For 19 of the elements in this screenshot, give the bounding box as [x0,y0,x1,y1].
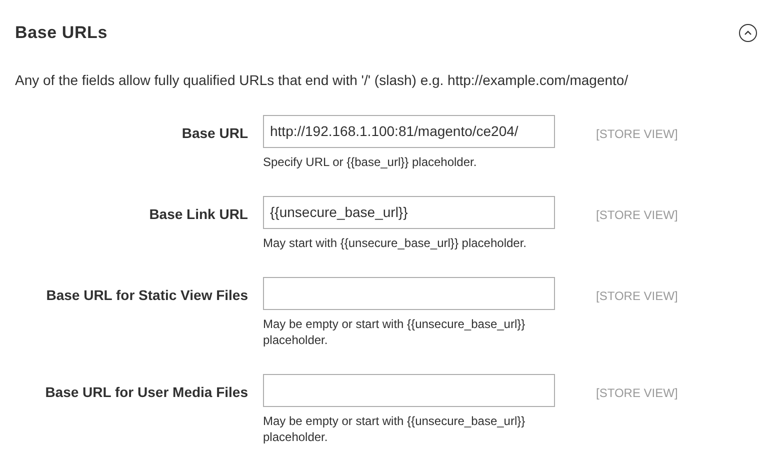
url-input[interactable]: {{unsecure_base_url}} [263,196,555,228]
section-title: Base URLs [15,22,108,44]
field-note: May be empty or start with {{unsecure_base_url}} placeholder. [263,412,526,444]
collapse-toggle[interactable] [739,24,757,42]
url-input[interactable]: http://192.168.1.100:81/magento/ce204/ [263,114,555,148]
url-input[interactable] [263,374,555,406]
scope-label: [STORE VIEW] [596,206,678,224]
scope-label: [STORE VIEW] [596,384,678,402]
field-label: Base URL [182,124,248,142]
field-note: May be empty or start with {{unsecure_base_url}} placeholder. [263,316,526,348]
url-input[interactable] [263,276,555,310]
field-label: Base URL for User Media Files [45,382,248,402]
field-label: Base Link URL [149,204,248,224]
field-label: Base URL for Static View Files [46,286,248,304]
field-note: May start with {{unsecure_base_url}} placeholder. [263,234,528,250]
field-note: Specify URL or {{base_url}} placeholder. [263,154,478,170]
scope-label: [STORE VIEW] [596,126,678,142]
section-description: Any of the fields allow fully qualified URLs that end with '/' (slash) e.g. http://example.com/magento/ [14,70,630,90]
scope-label: [STORE VIEW] [596,288,678,304]
